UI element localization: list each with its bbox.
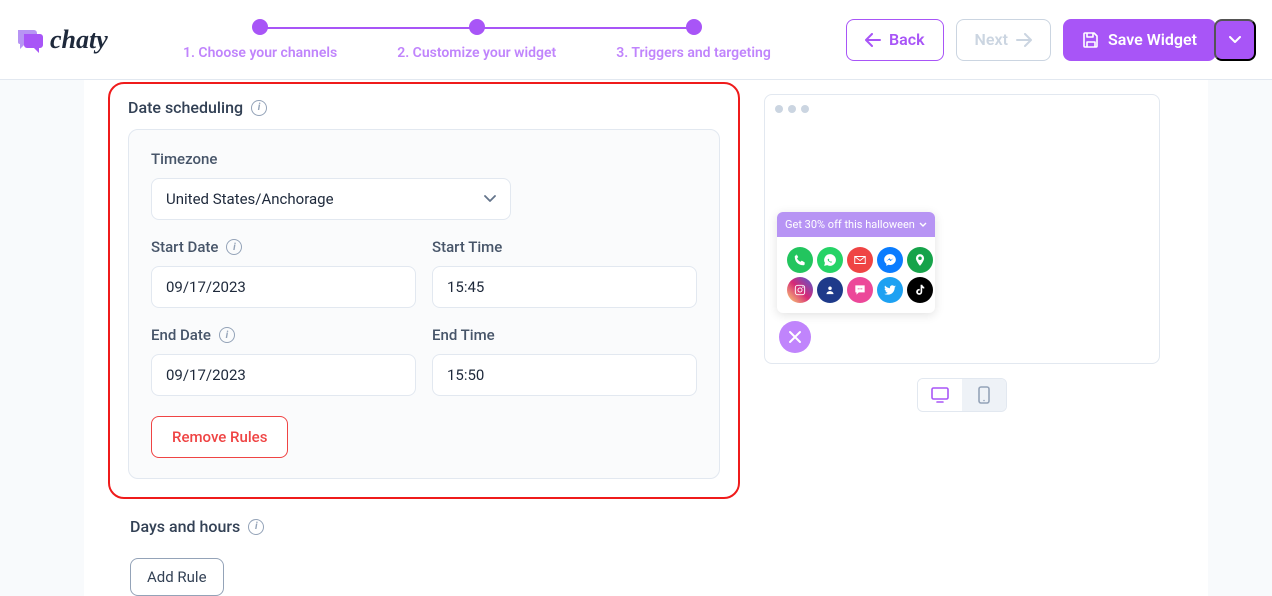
close-widget-button[interactable] — [779, 321, 811, 353]
main-canvas: Date scheduling i Timezone United States… — [0, 80, 1272, 596]
whatsapp-icon[interactable] — [817, 247, 843, 273]
mobile-view-button[interactable] — [962, 379, 1006, 411]
days-hours-title: Days and hours i — [130, 517, 740, 536]
widget-header[interactable]: Get 30% off this halloween — [777, 212, 935, 237]
right-gutter — [1208, 80, 1272, 596]
info-icon[interactable]: i — [219, 327, 235, 343]
section-title-text: Date scheduling — [128, 98, 243, 117]
chevron-down-icon — [919, 222, 927, 228]
logo-icon — [16, 28, 44, 52]
device-toggle — [917, 378, 1007, 412]
save-button-label: Save Widget — [1108, 30, 1197, 49]
end-date-input[interactable]: 09/17/2023 — [151, 354, 416, 396]
messenger-icon[interactable] — [877, 247, 903, 273]
app-header: chaty 1. Choose your channels 2. Customi… — [0, 0, 1272, 80]
step-3[interactable]: 3. Triggers and targeting — [586, 19, 801, 61]
remove-rules-button[interactable]: Remove Rules — [151, 416, 288, 458]
end-time-label: End Time — [432, 326, 697, 344]
start-time-label: Start Time — [432, 238, 697, 256]
input-value: 15:50 — [447, 366, 484, 384]
map-icon[interactable] — [907, 247, 933, 273]
step-1[interactable]: 1. Choose your channels — [153, 19, 367, 61]
step-dot-icon — [252, 19, 268, 35]
info-icon[interactable]: i — [248, 519, 264, 535]
date-scheduling-section: Date scheduling i Timezone United States… — [108, 82, 740, 499]
back-button-label: Back — [889, 30, 925, 49]
close-icon — [788, 330, 802, 344]
sms-icon[interactable] — [847, 277, 873, 303]
days-and-hours-section: Days and hours i Add Rule — [108, 517, 740, 596]
section-title-text: Days and hours — [130, 517, 240, 536]
phone-icon[interactable] — [787, 247, 813, 273]
window-dot-icon — [801, 105, 809, 113]
input-value: 09/17/2023 — [166, 366, 246, 384]
header-actions: Back Next Save Widget — [846, 19, 1256, 61]
contact-icon[interactable] — [817, 277, 843, 303]
timezone-label: Timezone — [151, 150, 697, 168]
promo-text: Get 30% off this halloween — [785, 218, 915, 231]
chevron-down-icon — [484, 195, 496, 203]
step-dot-icon — [686, 19, 702, 35]
desktop-icon — [931, 387, 949, 403]
twitter-icon[interactable] — [877, 277, 903, 303]
stepper: 1. Choose your channels 2. Customize you… — [128, 19, 826, 61]
info-icon[interactable]: i — [226, 239, 242, 255]
start-date-input[interactable]: 09/17/2023 — [151, 266, 416, 308]
input-value: 09/17/2023 — [166, 278, 246, 296]
date-scheduling-card: Timezone United States/Anchorage Start D… — [128, 129, 720, 479]
step-label: 2. Customize your widget — [397, 45, 556, 61]
arrow-right-icon — [1016, 33, 1032, 47]
window-dot-icon — [788, 105, 796, 113]
desktop-view-button[interactable] — [918, 379, 962, 411]
window-controls — [775, 105, 1149, 113]
widget-preview: Get 30% off this halloween — [777, 212, 935, 313]
next-button[interactable]: Next — [956, 19, 1051, 61]
instagram-icon[interactable] — [787, 277, 813, 303]
step-label: 3. Triggers and targeting — [616, 45, 771, 61]
date-scheduling-title: Date scheduling i — [128, 98, 720, 117]
start-time-input[interactable]: 15:45 — [432, 266, 697, 308]
back-button[interactable]: Back — [846, 19, 944, 61]
logo: chaty — [16, 25, 108, 55]
next-button-label: Next — [975, 30, 1008, 49]
timezone-value: United States/Anchorage — [166, 190, 334, 208]
add-rule-button[interactable]: Add Rule — [130, 558, 224, 596]
mobile-icon — [978, 386, 990, 404]
end-time-input[interactable]: 15:50 — [432, 354, 697, 396]
window-dot-icon — [775, 105, 783, 113]
label-text: End Date — [151, 326, 211, 344]
input-value: 15:45 — [447, 278, 484, 296]
end-date-label: End Date i — [151, 326, 416, 344]
step-label: 1. Choose your channels — [183, 45, 337, 61]
email-icon[interactable] — [847, 247, 873, 273]
start-date-label: Start Date i — [151, 238, 416, 256]
chevron-down-icon — [1229, 36, 1241, 44]
tiktok-icon[interactable] — [907, 277, 933, 303]
main-column: Date scheduling i Timezone United States… — [108, 80, 740, 596]
save-widget-button[interactable]: Save Widget — [1063, 19, 1216, 61]
widget-icons-grid — [777, 237, 935, 313]
arrow-left-icon — [865, 33, 881, 47]
step-2[interactable]: 2. Customize your widget — [367, 19, 586, 61]
save-dropdown-button[interactable] — [1214, 19, 1256, 61]
preview-column: Get 30% off this halloween — [764, 80, 1184, 596]
info-icon[interactable]: i — [251, 100, 267, 116]
preview-window: Get 30% off this halloween — [764, 94, 1160, 364]
timezone-select[interactable]: United States/Anchorage — [151, 178, 511, 220]
left-gutter — [0, 80, 84, 596]
logo-text: chaty — [50, 25, 108, 55]
step-dot-icon — [469, 19, 485, 35]
label-text: Start Date — [151, 238, 218, 256]
save-icon — [1082, 31, 1100, 49]
